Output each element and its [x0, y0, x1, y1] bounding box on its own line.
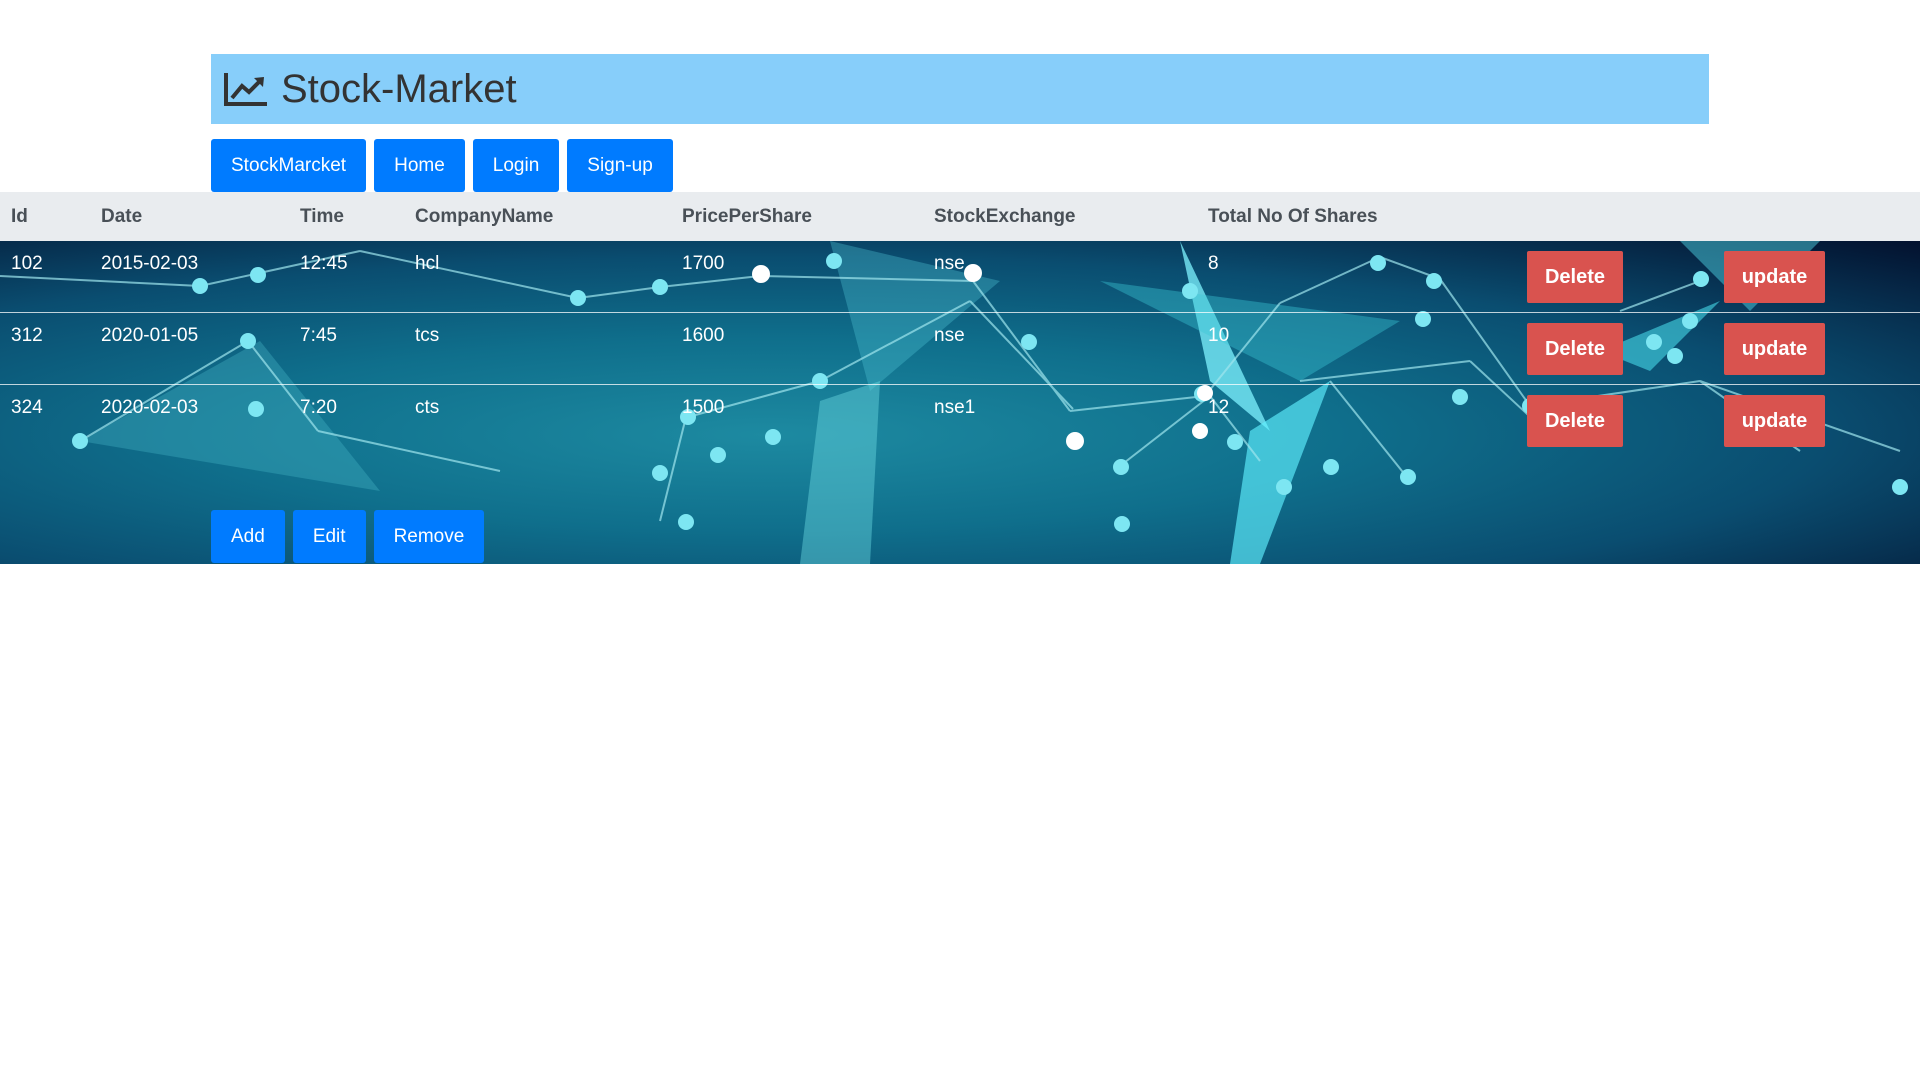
cell-company: tcs	[415, 325, 440, 346]
column-header-price: PricePerShare	[682, 206, 812, 227]
chart-line-icon	[223, 71, 269, 107]
cell-date: 2020-01-05	[101, 325, 199, 346]
column-header-exchange: StockExchange	[934, 206, 1076, 227]
cell-shares: 10	[1208, 325, 1230, 346]
cell-price: 1500	[682, 397, 725, 418]
delete-button[interactable]: Delete	[1527, 323, 1623, 375]
delete-button[interactable]: Delete	[1527, 251, 1623, 303]
nav-login-button[interactable]: Login	[472, 139, 560, 192]
cell-company: hcl	[415, 253, 440, 274]
table-row: 324 2020-02-03 7:20 cts 1500 nse1 12 Del…	[0, 384, 1920, 457]
cell-date: 2020-02-03	[101, 397, 199, 418]
remove-button[interactable]: Remove	[373, 510, 485, 563]
cell-exchange: nse1	[934, 397, 976, 418]
cell-time: 7:45	[300, 325, 337, 346]
nav-signup-button[interactable]: Sign-up	[567, 139, 673, 192]
column-header-id: Id	[11, 206, 28, 227]
cell-price: 1600	[682, 325, 725, 346]
stock-table: Id Date Time CompanyName PricePerShare S…	[0, 192, 1920, 564]
add-button[interactable]: Add	[211, 510, 285, 563]
update-button[interactable]: update	[1724, 323, 1825, 375]
table-actions: Add Edit Remove	[211, 510, 485, 563]
cell-exchange: nse	[934, 253, 965, 274]
page-title: Stock-Market	[281, 66, 517, 111]
column-header-company: CompanyName	[415, 206, 554, 227]
header-bar: Stock-Market	[211, 54, 1709, 124]
table-row: 312 2020-01-05 7:45 tcs 1600 nse 10 Dele…	[0, 312, 1920, 385]
cell-date: 2015-02-03	[101, 253, 199, 274]
table-row: 102 2015-02-03 12:45 hcl 1700 nse 8 Dele…	[0, 241, 1920, 313]
cell-exchange: nse	[934, 325, 965, 346]
cell-time: 7:20	[300, 397, 337, 418]
cell-company: cts	[415, 397, 440, 418]
cell-shares: 8	[1208, 253, 1219, 274]
update-button[interactable]: update	[1724, 395, 1825, 447]
nav-stockmarcket-button[interactable]: StockMarcket	[211, 139, 367, 192]
column-header-time: Time	[300, 206, 345, 227]
delete-button[interactable]: Delete	[1527, 395, 1623, 447]
cell-time: 12:45	[300, 253, 348, 274]
table-header: Id Date Time CompanyName PricePerShare S…	[0, 192, 1920, 241]
cell-shares: 12	[1208, 397, 1230, 418]
cell-id: 102	[11, 253, 43, 274]
column-header-date: Date	[101, 206, 143, 227]
cell-id: 312	[11, 325, 43, 346]
edit-button[interactable]: Edit	[292, 510, 366, 563]
cell-price: 1700	[682, 253, 725, 274]
cell-id: 324	[11, 397, 43, 418]
nav-home-button[interactable]: Home	[374, 139, 465, 192]
update-button[interactable]: update	[1724, 251, 1825, 303]
column-header-shares: Total No Of Shares	[1208, 206, 1378, 227]
nav-bar: StockMarcket Home Login Sign-up	[211, 139, 673, 192]
